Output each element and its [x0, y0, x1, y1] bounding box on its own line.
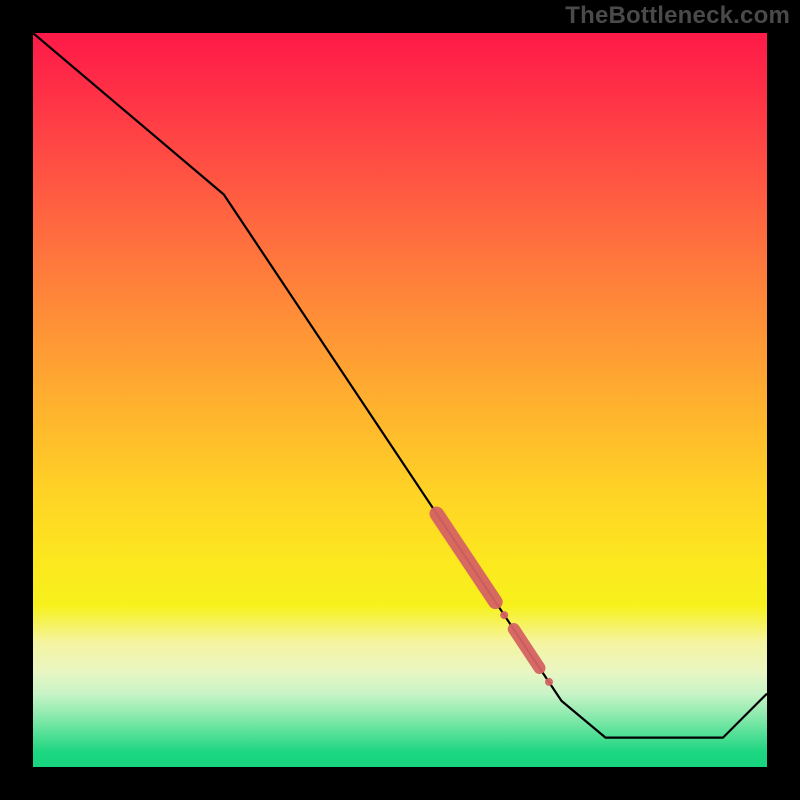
series-markers [437, 514, 553, 686]
highlight-dot-lower [545, 678, 553, 686]
watermark-text: TheBottleneck.com [565, 2, 790, 30]
chart-overlay [33, 33, 767, 767]
highlight-dot-mid [500, 611, 508, 619]
chart-frame: TheBottleneck.com [0, 0, 800, 800]
series-curve [33, 33, 767, 738]
highlight-segment-upper [437, 514, 496, 602]
highlight-segment-mid [514, 629, 540, 668]
plot-area [33, 33, 767, 767]
